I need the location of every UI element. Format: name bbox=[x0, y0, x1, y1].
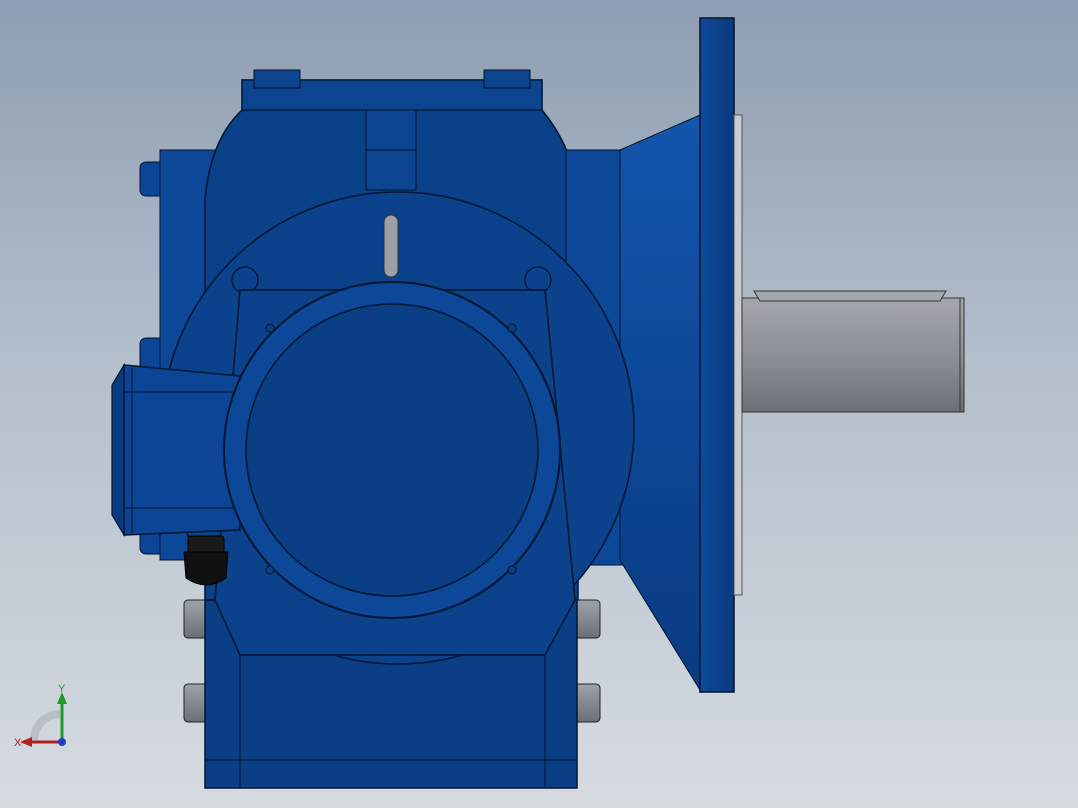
z-axis-dot-icon bbox=[58, 738, 66, 746]
triad-arc bbox=[30, 710, 61, 741]
gearbox-model[interactable] bbox=[0, 0, 1078, 808]
y-axis-label: Y bbox=[58, 684, 66, 695]
x-axis-arrow-icon bbox=[20, 737, 32, 747]
coordinate-triad: Y X bbox=[12, 683, 76, 752]
lifting-pin bbox=[383, 214, 399, 278]
output-flange bbox=[699, 17, 743, 693]
input-housing bbox=[111, 362, 241, 538]
graphics-viewport[interactable]: Y X bbox=[0, 0, 1078, 808]
output-shaft[interactable] bbox=[741, 290, 965, 413]
x-axis-label: X bbox=[14, 737, 22, 749]
cable-gland bbox=[183, 535, 229, 586]
motor-cover[interactable] bbox=[223, 281, 561, 619]
